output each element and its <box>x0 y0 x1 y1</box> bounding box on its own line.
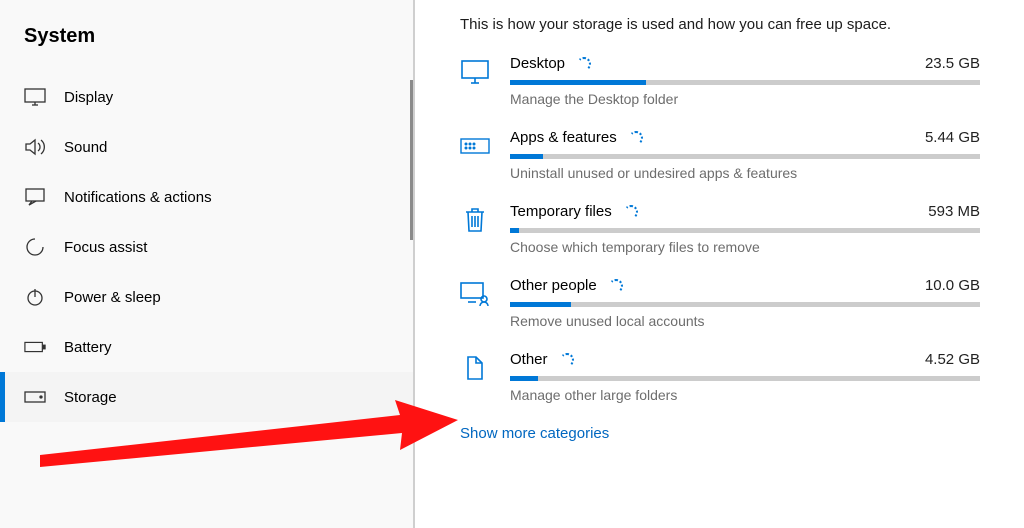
sidebar-item-label: Focus assist <box>64 239 147 256</box>
sidebar-item-sound[interactable]: Sound <box>0 122 413 172</box>
loading-spinner-icon <box>560 353 574 367</box>
usage-bar <box>510 80 980 85</box>
focus-assist-icon <box>24 236 46 258</box>
sidebar-item-display[interactable]: Display <box>0 72 413 122</box>
usage-bar <box>510 228 980 233</box>
category-size: 593 MB <box>928 203 980 220</box>
loading-spinner-icon <box>624 205 638 219</box>
scrollbar-thumb[interactable] <box>410 80 413 240</box>
usage-bar <box>510 154 980 159</box>
category-title: Apps & features <box>510 129 617 146</box>
sidebar-item-label: Display <box>64 89 113 106</box>
category-desc: Uninstall unused or undesired apps & fea… <box>510 165 980 181</box>
usage-bar <box>510 376 980 381</box>
other-icon <box>460 353 490 383</box>
usage-bar-fill <box>510 376 538 381</box>
sidebar-item-label: Battery <box>64 339 112 356</box>
sidebar-title: System <box>0 20 413 72</box>
storage-category-desktop[interactable]: Desktop 23.5 GB Manage the Desktop folde… <box>460 55 980 107</box>
main-content: This is how your storage is used and how… <box>415 0 1024 528</box>
storage-intro: This is how your storage is used and how… <box>460 16 1014 33</box>
usage-bar-fill <box>510 302 571 307</box>
desktop-icon <box>460 57 490 87</box>
loading-spinner-icon <box>609 279 623 293</box>
sidebar-item-storage[interactable]: Storage <box>0 372 413 422</box>
storage-category-temp[interactable]: Temporary files 593 MB Choose which temp… <box>460 203 980 255</box>
sidebar-item-label: Storage <box>64 389 117 406</box>
sidebar: System Display Sound Notifications & act… <box>0 0 415 528</box>
apps-icon <box>460 131 490 161</box>
usage-bar-fill <box>510 154 543 159</box>
show-more-categories[interactable]: Show more categories <box>460 425 1014 442</box>
storage-category-apps[interactable]: Apps & features 5.44 GB Uninstall unused… <box>460 129 980 181</box>
category-desc: Remove unused local accounts <box>510 313 980 329</box>
notifications-icon <box>24 186 46 208</box>
category-title: Other <box>510 351 548 368</box>
display-icon <box>24 86 46 108</box>
category-size: 23.5 GB <box>925 55 980 72</box>
usage-bar-fill <box>510 80 646 85</box>
category-title: Temporary files <box>510 203 612 220</box>
storage-icon <box>24 386 46 408</box>
sidebar-item-notifications[interactable]: Notifications & actions <box>0 172 413 222</box>
category-size: 10.0 GB <box>925 277 980 294</box>
people-icon <box>460 279 490 309</box>
storage-category-other[interactable]: Other 4.52 GB Manage other large folders <box>460 351 980 403</box>
sidebar-item-label: Sound <box>64 139 107 156</box>
category-desc: Manage the Desktop folder <box>510 91 980 107</box>
trash-icon <box>460 205 490 235</box>
sidebar-item-power-sleep[interactable]: Power & sleep <box>0 272 413 322</box>
loading-spinner-icon <box>629 131 643 145</box>
power-icon <box>24 286 46 308</box>
sidebar-item-battery[interactable]: Battery <box>0 322 413 372</box>
sidebar-item-label: Power & sleep <box>64 289 161 306</box>
category-title: Other people <box>510 277 597 294</box>
category-title: Desktop <box>510 55 565 72</box>
sidebar-item-focus-assist[interactable]: Focus assist <box>0 222 413 272</box>
usage-bar-fill <box>510 228 519 233</box>
category-desc: Manage other large folders <box>510 387 980 403</box>
battery-icon <box>24 336 46 358</box>
category-size: 5.44 GB <box>925 129 980 146</box>
loading-spinner-icon <box>577 57 591 71</box>
storage-category-people[interactable]: Other people 10.0 GB Remove unused local… <box>460 277 980 329</box>
category-size: 4.52 GB <box>925 351 980 368</box>
usage-bar <box>510 302 980 307</box>
category-desc: Choose which temporary files to remove <box>510 239 980 255</box>
sound-icon <box>24 136 46 158</box>
sidebar-item-label: Notifications & actions <box>64 189 212 206</box>
